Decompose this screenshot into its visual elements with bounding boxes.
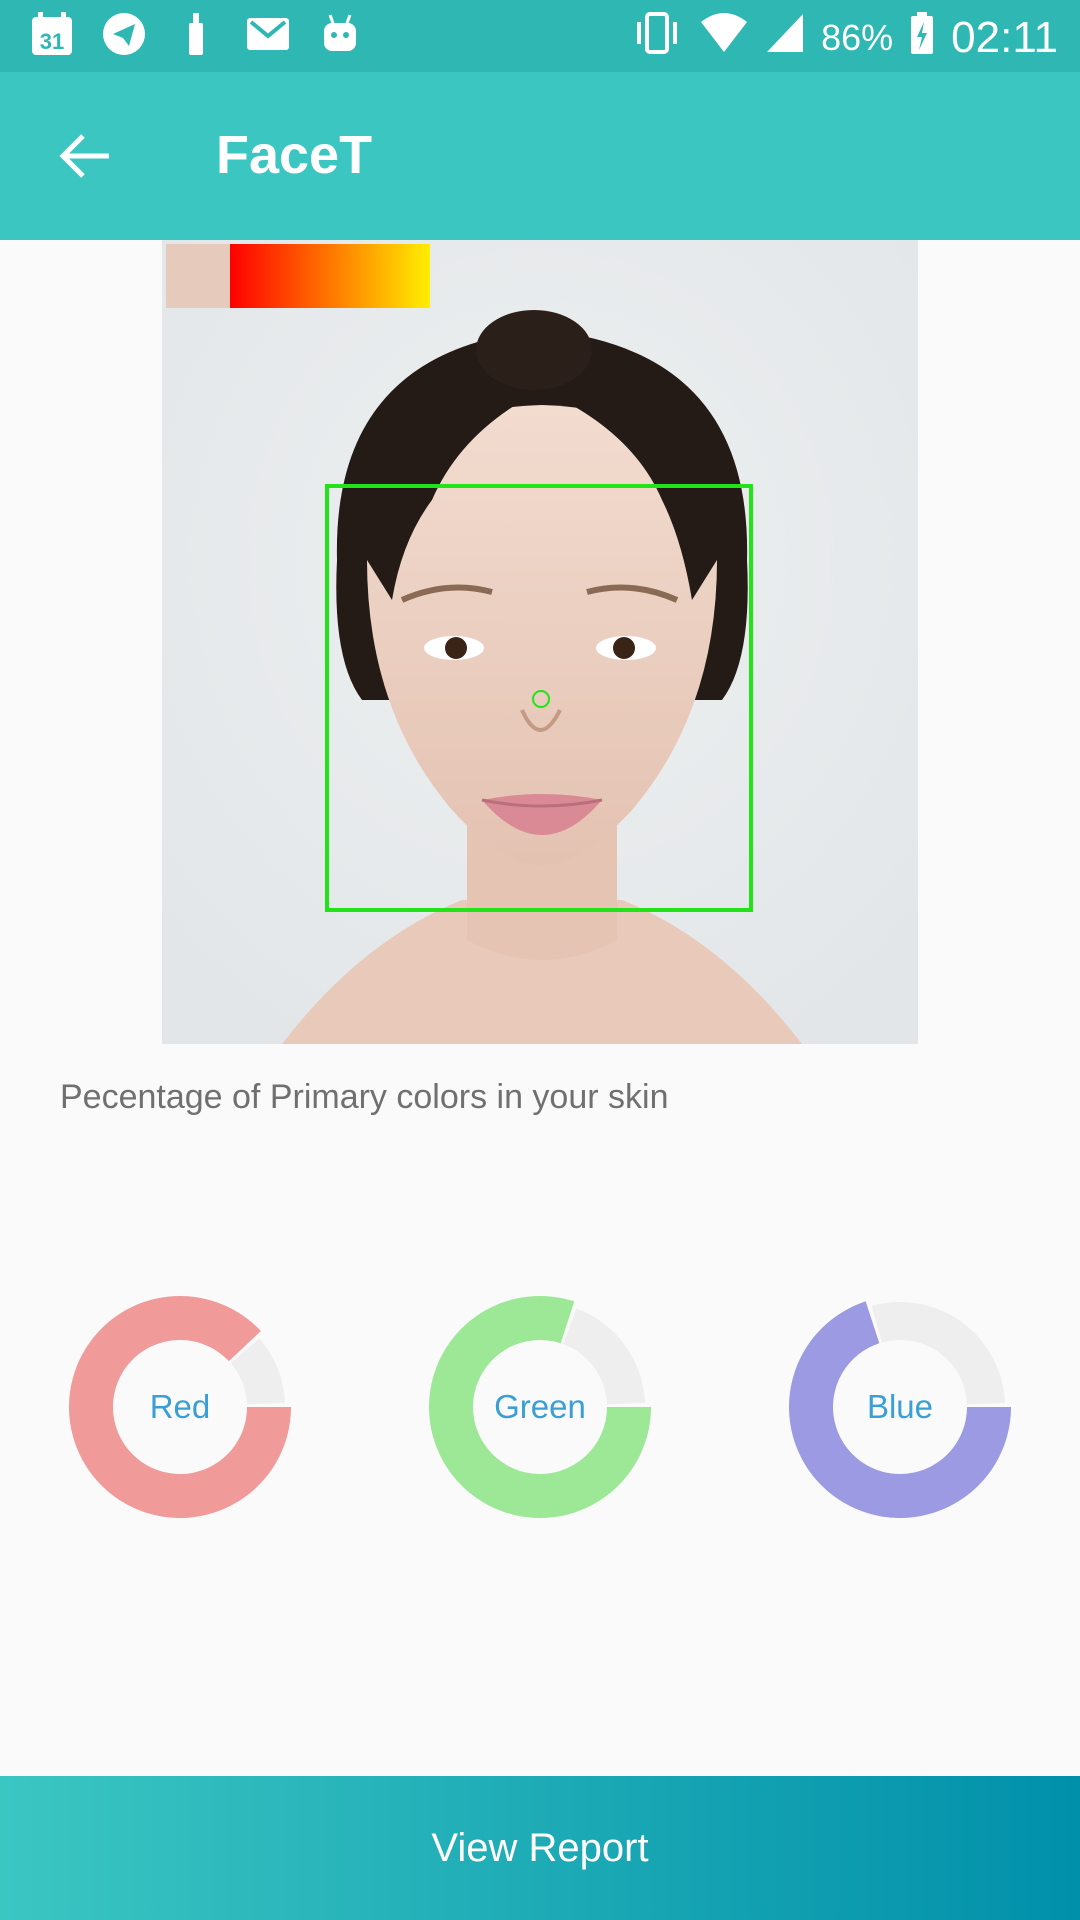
clock: 02:11 <box>951 12 1058 62</box>
system-icons: 86% 02:11 <box>631 10 1058 65</box>
green-donut-chart: Green <box>429 1296 651 1518</box>
arrow-back-icon <box>59 134 109 178</box>
battery-text: 86% <box>821 16 894 58</box>
battery-charging-icon <box>909 10 935 65</box>
green-label: Green <box>494 1388 586 1425</box>
app-bar: FaceT <box>0 72 1080 240</box>
red-label: Red <box>149 1388 211 1425</box>
skin-tone-swatch <box>166 244 230 308</box>
view-report-button[interactable]: View Report <box>0 1776 1080 1920</box>
back-button[interactable] <box>50 124 120 188</box>
notification-icon <box>172 10 220 58</box>
calendar-icon: 31 <box>28 10 76 58</box>
color-palette <box>166 244 430 308</box>
wifi-icon <box>699 10 749 65</box>
gmail-icon <box>244 10 292 58</box>
vibrate-icon <box>631 10 683 65</box>
android-icon <box>316 10 364 58</box>
blue-label: Blue <box>866 1388 934 1425</box>
telegram-icon <box>100 10 148 58</box>
signal-icon <box>765 10 805 65</box>
primary-colors-caption: Pecentage of Primary colors in your skin <box>60 1078 669 1116</box>
status-bar: 31 86% 02:11 <box>0 0 1080 72</box>
red-yellow-gradient-swatch <box>230 244 430 308</box>
app-title: FaceT <box>216 125 373 185</box>
red-donut-chart: Red <box>69 1296 291 1518</box>
svg-text:31: 31 <box>40 29 64 54</box>
face-center-marker <box>532 690 550 708</box>
notification-icons: 31 <box>28 10 364 58</box>
blue-donut-chart: Blue <box>789 1296 1011 1518</box>
